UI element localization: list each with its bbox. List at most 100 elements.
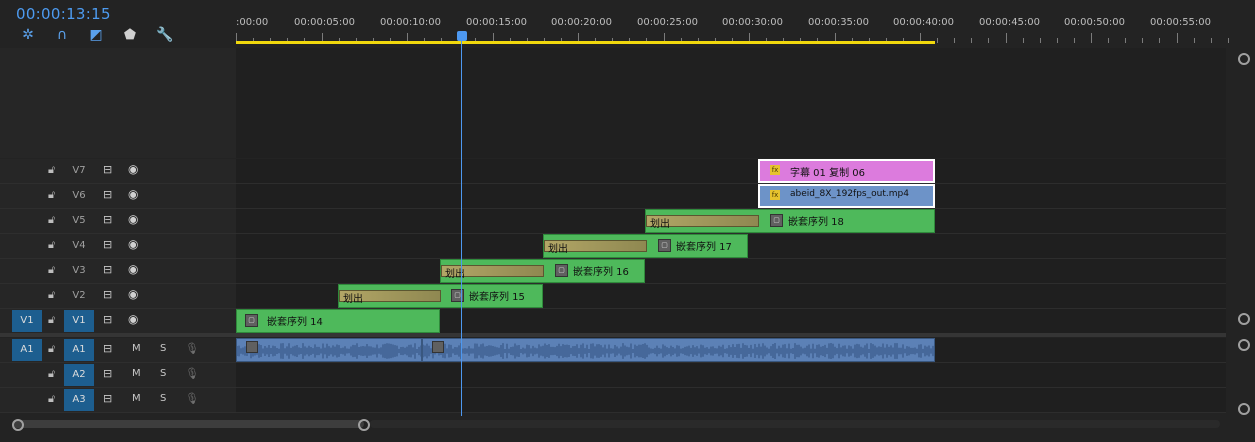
fx-badge: fx xyxy=(770,190,780,200)
wrench-icon[interactable]: 🔧 xyxy=(156,27,173,43)
track-lane-a3[interactable] xyxy=(236,388,1226,413)
track-header-v2[interactable] xyxy=(0,284,236,309)
lock-icon[interactable]: 🔓︎ xyxy=(48,342,55,356)
magnet-icon[interactable]: ∩ xyxy=(54,27,70,43)
track-target-v7[interactable]: V7 xyxy=(64,160,94,182)
sync-lock-icon[interactable]: ⊟ xyxy=(103,288,112,301)
eye-icon[interactable]: ◉ xyxy=(128,162,138,176)
track-lane-v6[interactable] xyxy=(236,184,1226,209)
vscroll-video-top-handle[interactable] xyxy=(1238,53,1250,65)
work-area-bar[interactable] xyxy=(236,41,935,44)
clip-v4[interactable]: ▢ 嵌套序列 17 划出 xyxy=(543,234,748,258)
mute-button[interactable]: M xyxy=(132,368,141,379)
transition-v4[interactable]: 划出 xyxy=(544,240,647,255)
ruler-label: 00:00:05:00 xyxy=(294,17,356,28)
hscroll-right-handle[interactable] xyxy=(358,419,370,431)
hscroll-thumb[interactable] xyxy=(12,420,364,428)
eye-icon[interactable]: ◉ xyxy=(128,237,138,251)
track-header-a3[interactable] xyxy=(0,388,236,413)
lock-icon[interactable]: 🔓︎ xyxy=(48,392,55,406)
track-target-v4[interactable]: V4 xyxy=(64,235,94,257)
track-target-v2[interactable]: V2 xyxy=(64,285,94,307)
eye-icon[interactable]: ◉ xyxy=(128,312,138,326)
lock-icon[interactable]: 🔓︎ xyxy=(48,288,55,302)
eye-icon[interactable]: ◉ xyxy=(128,212,138,226)
track-header-v3[interactable] xyxy=(0,259,236,284)
lock-icon[interactable]: 🔓︎ xyxy=(48,313,55,327)
microphone-icon[interactable]: 🎙︎ xyxy=(185,342,199,355)
lock-icon[interactable]: 🔓︎ xyxy=(48,188,55,202)
sync-lock-icon[interactable]: ⊟ xyxy=(103,238,112,251)
track-target-a1[interactable]: A1 xyxy=(64,339,94,361)
clip-v3[interactable]: ▢ 嵌套序列 16 划出 xyxy=(440,259,645,283)
video-audio-divider[interactable] xyxy=(0,333,1226,337)
hscroll-track[interactable] xyxy=(370,420,1220,428)
header-spacer xyxy=(0,48,236,158)
transition-v3[interactable]: 划出 xyxy=(441,265,544,280)
track-target-v3[interactable]: V3 xyxy=(64,260,94,282)
sync-lock-icon[interactable]: ⊟ xyxy=(103,263,112,276)
microphone-icon[interactable]: 🎙︎ xyxy=(185,392,199,405)
eye-icon[interactable]: ◉ xyxy=(128,262,138,276)
clip-v7[interactable]: fx 字幕 01 复制 06 xyxy=(758,159,935,183)
sync-lock-icon[interactable]: ⊟ xyxy=(103,163,112,176)
linked-selection-icon[interactable]: ◩ xyxy=(88,27,104,43)
track-target-a3[interactable]: A3 xyxy=(64,389,94,411)
clip-v6[interactable]: fx abeid_8X_192fps_out.mp4 xyxy=(758,184,935,208)
vscroll-video-bottom-handle[interactable] xyxy=(1238,313,1250,325)
microphone-icon[interactable]: 🎙︎ xyxy=(185,367,199,380)
sync-lock-icon[interactable]: ⊟ xyxy=(103,392,112,405)
fx-badge: fx xyxy=(770,165,780,175)
track-header-v6[interactable] xyxy=(0,184,236,209)
playhead-line[interactable] xyxy=(461,40,462,418)
track-target-v1[interactable]: V1 xyxy=(64,310,94,332)
solo-button[interactable]: S xyxy=(160,343,166,354)
track-lane-v3[interactable] xyxy=(236,259,1226,284)
solo-button[interactable]: S xyxy=(160,393,166,404)
nest-icon: ▢ xyxy=(245,314,258,327)
vscroll-audio-top-handle[interactable] xyxy=(1238,339,1250,351)
track-target-v6[interactable]: V6 xyxy=(64,185,94,207)
lock-icon[interactable]: 🔓︎ xyxy=(48,213,55,227)
playhead-handle[interactable] xyxy=(457,31,467,41)
clip-v5[interactable]: ▢ 嵌套序列 18 划出 xyxy=(645,209,935,233)
audio-clip-2[interactable] xyxy=(422,338,935,362)
sync-lock-icon[interactable]: ⊟ xyxy=(103,213,112,226)
snap-icon[interactable]: ✲ xyxy=(20,27,36,43)
mute-button[interactable]: M xyxy=(132,343,141,354)
track-header-v4[interactable] xyxy=(0,234,236,259)
transition-v2[interactable]: 划出 xyxy=(339,290,441,305)
lock-icon[interactable]: 🔓︎ xyxy=(48,238,55,252)
source-patch-a1[interactable]: A1 xyxy=(12,339,42,361)
clip-v2[interactable]: ▢ 嵌套序列 15 划出 xyxy=(338,284,543,308)
nest-icon: ▢ xyxy=(451,289,464,302)
vscroll-audio-bottom-handle[interactable] xyxy=(1238,403,1250,415)
ruler-label: 00:00:30:00 xyxy=(722,17,784,28)
ruler-tick xyxy=(1159,38,1161,43)
eye-icon[interactable]: ◉ xyxy=(128,187,138,201)
clip-v1[interactable]: ▢ 嵌套序列 14 xyxy=(236,309,440,333)
track-target-v5[interactable]: V5 xyxy=(64,210,94,232)
eye-icon[interactable]: ◉ xyxy=(128,287,138,301)
sync-lock-icon[interactable]: ⊟ xyxy=(103,342,112,355)
marker-icon[interactable]: ⬟ xyxy=(122,27,138,43)
transition-v5[interactable]: 划出 xyxy=(646,215,759,230)
lock-icon[interactable]: 🔓︎ xyxy=(48,263,55,277)
lock-icon[interactable]: 🔓︎ xyxy=(48,367,55,381)
sync-lock-icon[interactable]: ⊟ xyxy=(103,313,112,326)
solo-button[interactable]: S xyxy=(160,368,166,379)
track-lane-v7[interactable] xyxy=(236,159,1226,184)
audio-clip-1[interactable] xyxy=(236,338,422,362)
mute-button[interactable]: M xyxy=(132,393,141,404)
track-header-v5[interactable] xyxy=(0,209,236,234)
track-lane-a2[interactable] xyxy=(236,363,1226,388)
hscroll-left-handle[interactable] xyxy=(12,419,24,431)
lock-icon[interactable]: 🔓︎ xyxy=(48,163,55,177)
track-header-v7[interactable] xyxy=(0,159,236,184)
source-patch-v1[interactable]: V1 xyxy=(12,310,42,332)
track-header-a2[interactable] xyxy=(0,363,236,388)
track-target-a2[interactable]: A2 xyxy=(64,364,94,386)
sync-lock-icon[interactable]: ⊟ xyxy=(103,367,112,380)
playhead-timecode[interactable]: 00:00:13:15 xyxy=(16,5,111,23)
sync-lock-icon[interactable]: ⊟ xyxy=(103,188,112,201)
